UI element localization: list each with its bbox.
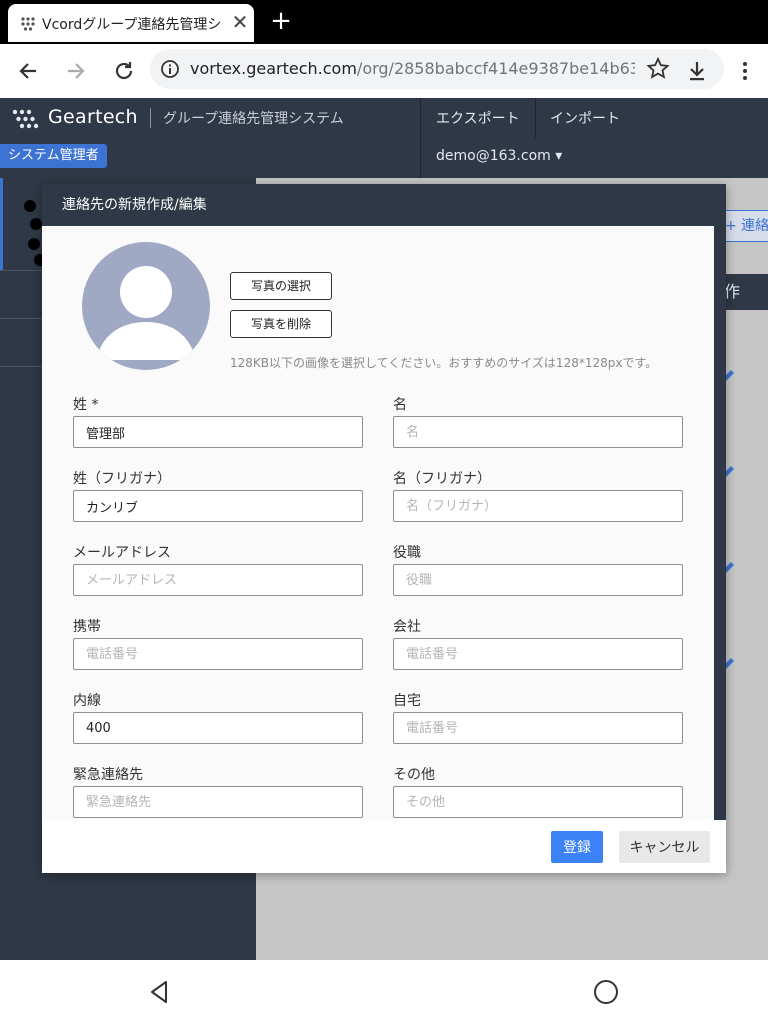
geartech-logo[interactable]: Geartech bbox=[12, 106, 142, 130]
more-options-icon[interactable] bbox=[731, 57, 759, 85]
emergency-label: 緊急連絡先 bbox=[73, 767, 143, 783]
last-name-kana-label: 姓（フリガナ） bbox=[73, 471, 171, 487]
company-label: 会社 bbox=[393, 619, 421, 635]
delete-photo-button[interactable]: 写真を削除 bbox=[230, 310, 332, 338]
select-photo-button[interactable]: 写真の選択 bbox=[230, 272, 332, 300]
system-nav-bar bbox=[0, 960, 768, 1024]
close-tab-icon[interactable]: ✕ bbox=[228, 10, 252, 34]
last-name-input[interactable] bbox=[73, 416, 363, 448]
system-name: グループ連絡先管理システム bbox=[150, 108, 344, 128]
photo-hint: 128KB以下の画像を選択してください。おすすめのサイズは128*128pxです… bbox=[230, 356, 658, 370]
geartech-favicon-icon bbox=[21, 17, 35, 31]
logo-dots-icon bbox=[12, 109, 39, 129]
email-label: メールアドレス bbox=[73, 545, 171, 561]
last-name-label: 姓 * bbox=[73, 397, 99, 413]
browser-tab[interactable]: Vcordグループ連絡先管理シ ✕ bbox=[8, 4, 254, 42]
mobile-input[interactable] bbox=[73, 638, 363, 670]
back-arrow-icon[interactable] bbox=[14, 57, 42, 85]
register-button[interactable]: 登録 bbox=[551, 831, 603, 863]
user-menu[interactable]: demo@163.com ▾ bbox=[436, 148, 562, 164]
avatar bbox=[82, 242, 210, 370]
email-input[interactable] bbox=[73, 564, 363, 596]
last-name-kana-input[interactable] bbox=[73, 490, 363, 522]
position-input[interactable] bbox=[393, 564, 683, 596]
url-text: vortex.geartech.com/org/2858babccf414e93… bbox=[190, 59, 635, 78]
app-header: Geartech グループ連絡先管理システム エクスポート インポート システム… bbox=[0, 98, 768, 178]
first-name-input[interactable] bbox=[393, 416, 683, 448]
reload-icon[interactable] bbox=[110, 57, 138, 85]
role-badge: システム管理者 bbox=[0, 144, 107, 168]
first-name-kana-label: 名（フリガナ） bbox=[393, 471, 491, 487]
header-divider bbox=[420, 98, 421, 178]
new-tab-icon[interactable]: + bbox=[268, 8, 294, 34]
header-divider bbox=[535, 98, 536, 138]
contact-edit-dialog: 連絡先の新規作成/編集 写真の選択 写真を削除 128KB以下の画像を選択してく… bbox=[42, 184, 726, 873]
dialog-footer: 登録 キャンセル bbox=[42, 820, 726, 873]
person-silhouette-icon bbox=[96, 266, 196, 360]
other-input[interactable] bbox=[393, 786, 683, 818]
tab-title: Vcordグループ連絡先管理シ bbox=[42, 17, 222, 33]
download-icon[interactable] bbox=[683, 57, 711, 85]
nav-home-icon[interactable] bbox=[592, 978, 620, 1006]
info-icon[interactable] bbox=[160, 59, 180, 79]
extension-label: 内線 bbox=[73, 693, 101, 709]
logo-text: Geartech bbox=[48, 106, 138, 128]
forward-arrow-icon[interactable] bbox=[62, 57, 90, 85]
home-label: 自宅 bbox=[393, 693, 421, 709]
company-phone-input[interactable] bbox=[393, 638, 683, 670]
import-menu[interactable]: インポート bbox=[550, 108, 620, 128]
home-phone-input[interactable] bbox=[393, 712, 683, 744]
dialog-scrollbar[interactable] bbox=[714, 226, 726, 820]
export-menu[interactable]: エクスポート bbox=[436, 108, 520, 128]
bookmark-star-icon[interactable] bbox=[644, 55, 672, 83]
sidebar-active-indicator bbox=[0, 178, 3, 270]
browser-toolbar: vortex.geartech.com/org/2858babccf414e93… bbox=[0, 44, 768, 98]
address-bar[interactable]: vortex.geartech.com/org/2858babccf414e93… bbox=[150, 49, 724, 89]
cancel-button[interactable]: キャンセル bbox=[619, 831, 710, 863]
nav-back-icon[interactable] bbox=[146, 978, 174, 1006]
other-label: その他 bbox=[393, 767, 435, 783]
dialog-body: 写真の選択 写真を削除 128KB以下の画像を選択してください。おすすめのサイズ… bbox=[42, 226, 714, 820]
first-name-kana-input[interactable] bbox=[393, 490, 683, 522]
browser-tab-strip: Vcordグループ連絡先管理シ ✕ + bbox=[0, 0, 768, 44]
position-label: 役職 bbox=[393, 545, 421, 561]
mobile-label: 携帯 bbox=[73, 619, 101, 635]
emergency-input[interactable] bbox=[73, 786, 363, 818]
first-name-label: 名 bbox=[393, 397, 407, 413]
dialog-title: 連絡先の新規作成/編集 bbox=[42, 184, 726, 226]
extension-input[interactable] bbox=[73, 712, 363, 744]
